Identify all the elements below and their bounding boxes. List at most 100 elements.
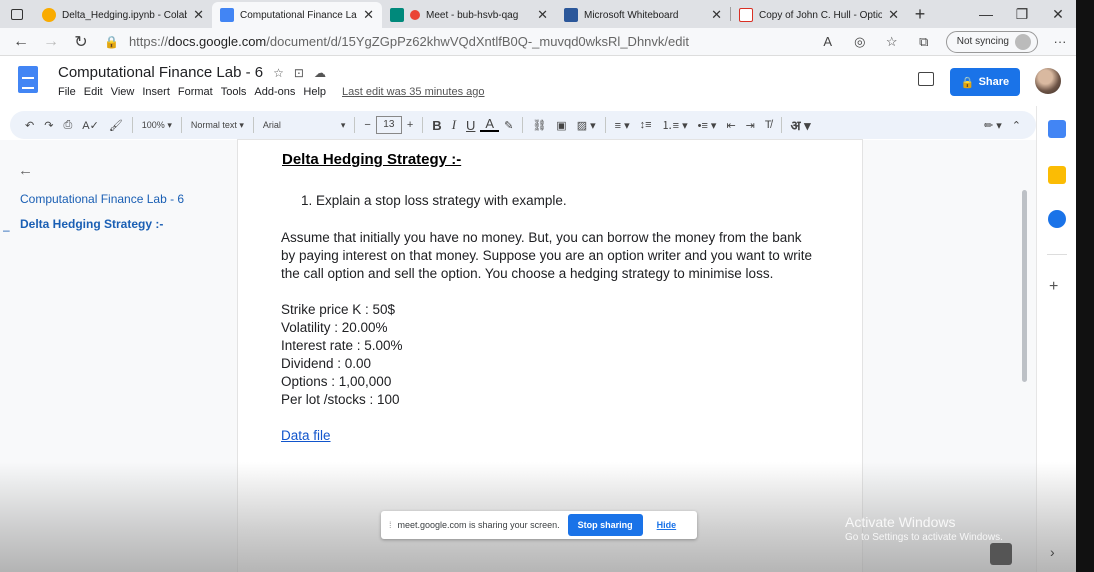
add-addon-icon[interactable]: + bbox=[1049, 278, 1058, 296]
editing-mode-icon[interactable]: ✏ ▾ bbox=[979, 119, 1007, 132]
hide-banner-link[interactable]: Hide bbox=[657, 520, 677, 530]
toolbar-divider bbox=[252, 117, 254, 133]
panel-divider bbox=[1047, 254, 1067, 255]
scrollbar-thumb[interactable] bbox=[1022, 190, 1027, 382]
read-aloud-icon[interactable]: A bbox=[812, 34, 844, 49]
font-size-input[interactable]: 13 bbox=[375, 116, 402, 134]
underline-icon[interactable]: U bbox=[461, 118, 480, 133]
add-comment-icon[interactable]: ▣ bbox=[551, 119, 571, 132]
decrease-font-size-button[interactable]: − bbox=[359, 119, 375, 131]
docs-logo-icon[interactable] bbox=[18, 66, 38, 93]
restore-button[interactable]: ❐ bbox=[1004, 0, 1040, 28]
menu-insert[interactable]: Insert bbox=[142, 86, 170, 98]
zoom-select[interactable]: 100% ▾ bbox=[137, 120, 177, 131]
explore-button[interactable] bbox=[990, 543, 1012, 565]
watermark-subtitle: Go to Settings to activate Windows. bbox=[845, 532, 1003, 543]
tab-pdf[interactable]: Copy of John C. Hull - Option ✕ bbox=[731, 2, 907, 28]
close-window-button[interactable]: ✕ bbox=[1040, 0, 1076, 28]
move-folder-icon[interactable]: ⊡ bbox=[294, 66, 304, 80]
menu-edit[interactable]: Edit bbox=[84, 86, 103, 98]
close-icon[interactable]: ✕ bbox=[888, 7, 899, 23]
window-menu-icon[interactable] bbox=[0, 0, 34, 28]
close-icon[interactable]: ✕ bbox=[537, 7, 548, 23]
spellcheck-icon[interactable]: A✓ bbox=[77, 119, 104, 132]
star-icon[interactable]: ☆ bbox=[273, 66, 284, 80]
link-icon[interactable]: ⛓ bbox=[527, 119, 551, 132]
menu-view[interactable]: View bbox=[111, 86, 135, 98]
menu-tools[interactable]: Tools bbox=[221, 86, 247, 98]
outline-indent-marker: – bbox=[3, 223, 10, 237]
undo-icon[interactable]: ↶ bbox=[20, 119, 39, 132]
close-icon[interactable]: ✕ bbox=[193, 7, 204, 23]
doc-paragraph[interactable]: Assume that initially you have no money.… bbox=[281, 229, 841, 409]
style-select[interactable]: Normal text ▾ bbox=[186, 120, 249, 131]
extension-icon[interactable]: ◎ bbox=[844, 34, 876, 50]
outline-item-title[interactable]: Computational Finance Lab - 6 bbox=[20, 192, 184, 206]
share-button[interactable]: 🔒 Share bbox=[950, 68, 1020, 96]
calendar-icon[interactable] bbox=[1048, 120, 1066, 138]
text-color-icon[interactable]: A bbox=[480, 117, 500, 132]
tab-docs[interactable]: Computational Finance Lab ✕ bbox=[212, 2, 382, 28]
param-strike: Strike price K : 50$ bbox=[281, 302, 396, 317]
align-icon[interactable]: ≡ ▾ bbox=[610, 119, 635, 132]
input-tools-icon[interactable]: अ ▾ bbox=[786, 116, 816, 134]
chevron-right-icon[interactable]: › bbox=[1050, 544, 1055, 560]
back-button[interactable]: ← bbox=[6, 33, 36, 51]
forward-button[interactable]: → bbox=[36, 33, 66, 51]
bulleted-list-icon[interactable]: •≡ ▾ bbox=[693, 119, 722, 132]
clear-formatting-icon[interactable]: T̸ bbox=[760, 119, 777, 131]
increase-indent-icon[interactable]: ⇥ bbox=[741, 119, 760, 132]
list-item[interactable]: 1. Explain a stop loss strategy with exa… bbox=[301, 193, 567, 208]
reload-button[interactable]: ↻ bbox=[66, 32, 96, 52]
tab-whiteboard[interactable]: Microsoft Whiteboard ✕ bbox=[556, 2, 730, 28]
favorites-icon[interactable]: ☆ bbox=[876, 34, 908, 50]
collections-icon[interactable]: ⧉ bbox=[908, 34, 940, 50]
new-tab-button[interactable]: + bbox=[907, 4, 933, 25]
outline-item-heading[interactable]: Delta Hedging Strategy :- bbox=[20, 217, 163, 231]
drag-handle-icon[interactable]: ⁞ bbox=[389, 520, 392, 530]
collapse-toolbar-icon[interactable]: ⌃ bbox=[1007, 119, 1026, 132]
more-menu-icon[interactable]: ··· bbox=[1044, 34, 1076, 49]
menu-format[interactable]: Format bbox=[178, 86, 213, 98]
last-edit-link[interactable]: Last edit was 35 minutes ago bbox=[342, 86, 484, 98]
doc-title[interactable]: Computational Finance Lab - 6 bbox=[58, 64, 263, 81]
stop-sharing-button[interactable]: Stop sharing bbox=[567, 514, 643, 536]
highlight-icon[interactable]: ✎ bbox=[499, 119, 518, 132]
font-value: Arial bbox=[262, 120, 281, 130]
keep-icon[interactable] bbox=[1048, 166, 1066, 184]
redo-icon[interactable]: ↷ bbox=[39, 119, 58, 132]
menu-help[interactable]: Help bbox=[303, 86, 326, 98]
close-icon[interactable]: ✕ bbox=[363, 7, 374, 23]
doc-heading[interactable]: Delta Hedging Strategy :- bbox=[282, 151, 461, 168]
line-spacing-icon[interactable]: ↕≡ bbox=[635, 119, 657, 131]
param-volatility: Volatility : 20.00% bbox=[281, 320, 388, 335]
italic-icon[interactable]: I bbox=[447, 117, 461, 133]
bold-icon[interactable]: B bbox=[427, 118, 446, 133]
paragraph-line: by paying interest on that money. Suppos… bbox=[281, 248, 813, 263]
url-field[interactable]: 🔒 https://docs.google.com/document/d/15Y… bbox=[104, 34, 812, 49]
font-select[interactable]: Arial bbox=[258, 120, 336, 130]
close-icon[interactable]: ✕ bbox=[711, 7, 722, 23]
increase-font-size-button[interactable]: + bbox=[402, 119, 418, 131]
profile-sync-button[interactable]: Not syncing bbox=[945, 30, 1038, 53]
user-avatar[interactable] bbox=[1035, 68, 1061, 94]
paint-format-icon[interactable]: 🖌 bbox=[104, 119, 128, 132]
tab-meet[interactable]: Meet - bub-hsvb-qag ✕ bbox=[382, 2, 556, 28]
menu-file[interactable]: File bbox=[58, 86, 76, 98]
comment-history-icon[interactable] bbox=[918, 72, 934, 86]
tasks-icon[interactable] bbox=[1048, 210, 1066, 228]
font-dropdown-icon[interactable]: ▾ bbox=[336, 120, 351, 131]
docs-header: Computational Finance Lab - 6 ☆ ⊡ ☁ File… bbox=[0, 56, 1076, 106]
cloud-status-icon[interactable]: ☁ bbox=[314, 66, 326, 80]
outline-back-icon[interactable]: ← bbox=[18, 162, 33, 179]
tab-colab[interactable]: Delta_Hedging.ipynb - Colab ✕ bbox=[34, 2, 212, 28]
numbered-list-icon[interactable]: ⒈≡ ▾ bbox=[657, 117, 693, 133]
menu-addons[interactable]: Add-ons bbox=[254, 86, 295, 98]
data-file-link[interactable]: Data file bbox=[281, 428, 331, 443]
decrease-indent-icon[interactable]: ⇤ bbox=[721, 119, 740, 132]
url-path: /document/d/15YgZGpPz62khwVQdXntlfB0Q-_m… bbox=[266, 34, 689, 49]
insert-image-icon[interactable]: ▨ ▾ bbox=[572, 119, 601, 132]
minimize-button[interactable]: — bbox=[968, 0, 1004, 28]
print-icon[interactable]: ⎙ bbox=[58, 119, 77, 132]
lock-icon: 🔒 bbox=[960, 76, 975, 89]
